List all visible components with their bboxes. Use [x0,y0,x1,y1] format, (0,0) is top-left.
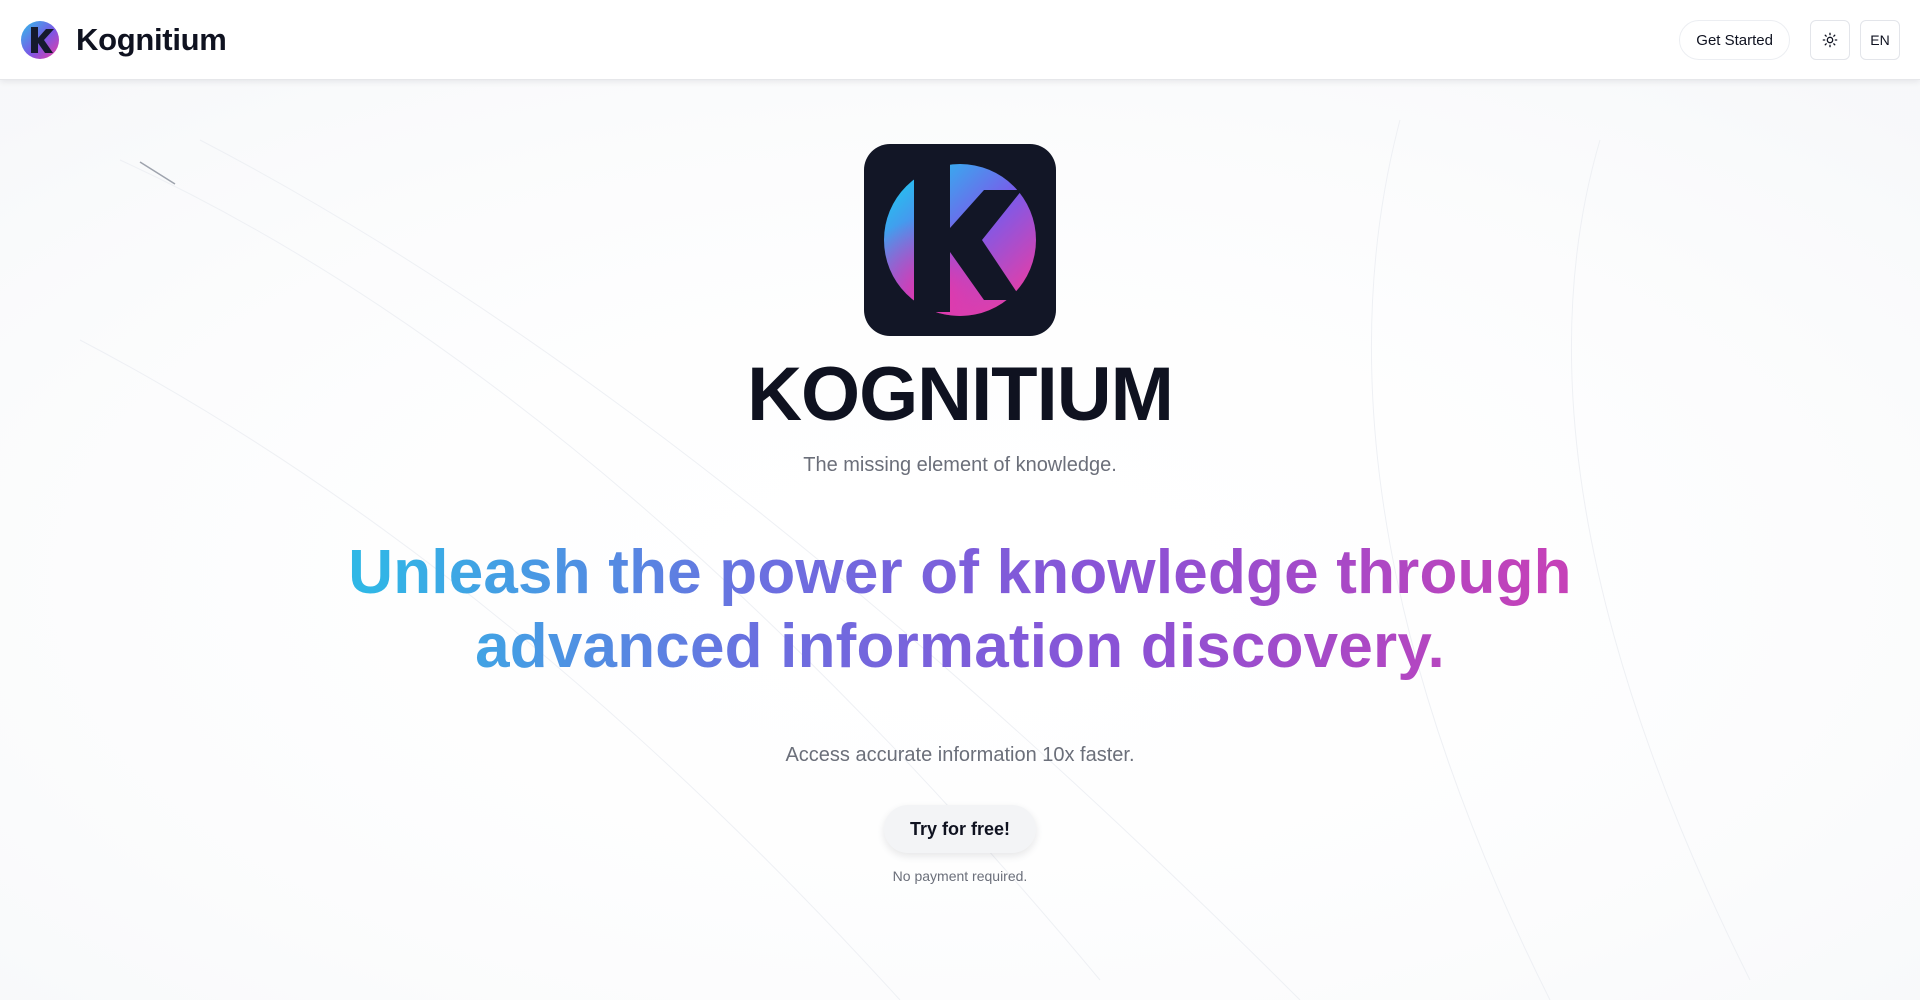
try-for-free-button[interactable]: Try for free! [884,805,1036,853]
hero-tagline: The missing element of knowledge. [803,454,1117,476]
kognitium-logo-icon [21,21,59,59]
brand-name: Kognitium [76,22,227,57]
hero-headline: Unleash the power of knowledge through a… [300,536,1620,684]
no-payment-note: No payment required. [892,868,1028,884]
theme-toggle-button[interactable] [1810,20,1850,60]
sun-icon [1822,32,1838,48]
top-navbar: Kognitium Get Started EN [0,0,1920,80]
hero-title: KOGNITIUM [747,352,1174,437]
language-selector-button[interactable]: EN [1860,20,1900,60]
hero-subheadline: Access accurate information 10x faster. [785,744,1135,766]
headline-line-2: advanced information discovery. [475,612,1445,681]
headline-line-1: Unleash the power of knowledge through [348,538,1572,607]
get-started-button[interactable]: Get Started [1679,20,1790,60]
hero-section: KOGNITIUM The missing element of knowled… [0,80,1920,1000]
kognitium-app-logo-icon [864,144,1056,336]
brand[interactable]: Kognitium [20,20,227,60]
header-actions: Get Started EN [1679,20,1900,60]
